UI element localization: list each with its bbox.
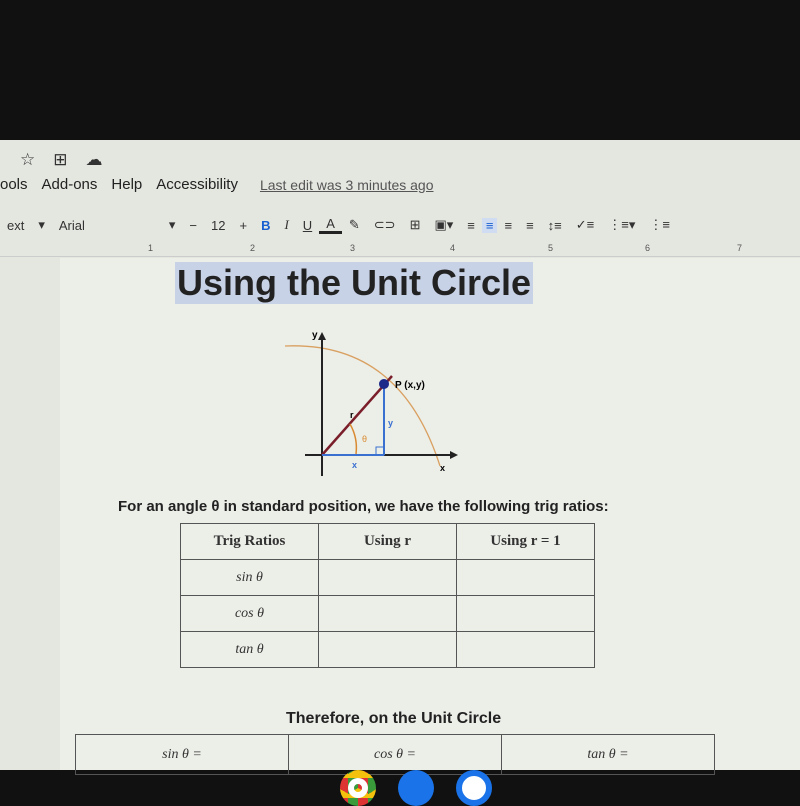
menu-add-ons[interactable]: Add-ons: [42, 176, 98, 193]
justify-icon[interactable]: ≡: [519, 218, 541, 233]
table-cell[interactable]: [456, 595, 595, 632]
move-to-folder-icon[interactable]: ⊞: [53, 150, 67, 170]
unit-circle-table: sin θ = cos θ = tan θ =: [75, 734, 715, 775]
image-icon[interactable]: ▣▾: [427, 217, 460, 233]
table-cell[interactable]: sin θ =: [75, 734, 289, 775]
menu-help[interactable]: Help: [111, 176, 142, 193]
table-header: Using r = 1: [456, 523, 595, 560]
toolbar: ext ▾ Arial ▾ − 12 + B I U A ✎ ⊂⊃ ⊞ ▣▾ ≡ ≡…: [0, 210, 800, 240]
table-header: Trig Ratios: [180, 523, 319, 560]
chevron-down-icon[interactable]: ▾: [162, 217, 183, 233]
align-right-icon[interactable]: ≡: [497, 218, 519, 233]
highlight-icon[interactable]: ✎: [342, 217, 367, 233]
font-size-input[interactable]: 12: [204, 218, 232, 233]
table-cell[interactable]: [318, 631, 457, 668]
y-side-label: y: [388, 418, 393, 428]
trig-ratios-table: Trig Ratios Using r Using r = 1 sin θ cos …: [180, 523, 595, 668]
comment-icon[interactable]: ⊞: [403, 217, 428, 233]
style-dropdown[interactable]: ext: [0, 218, 31, 233]
table-header: Using r: [318, 523, 457, 560]
ruler-mark: 4: [450, 243, 456, 253]
table-cell[interactable]: cos θ =: [288, 734, 502, 775]
menu-accessibility[interactable]: Accessibility: [156, 176, 238, 193]
align-left-icon[interactable]: ≡: [460, 218, 482, 233]
italic-button[interactable]: I: [277, 217, 295, 233]
menu-tools[interactable]: ools: [0, 176, 28, 193]
align-center-icon[interactable]: ≡: [481, 217, 498, 233]
link-icon[interactable]: ⊂⊃: [367, 217, 403, 233]
table-row: sin θ: [180, 559, 595, 596]
menu-bar: ools Add-ons Help Accessibility Last edi…: [0, 176, 434, 193]
ruler-mark: 1: [148, 243, 154, 253]
ruler-mark: 3: [350, 243, 356, 253]
table-cell: cos θ: [180, 595, 319, 632]
chevron-down-icon[interactable]: ▾: [31, 217, 52, 233]
chrome-icon[interactable]: [340, 770, 376, 806]
table-row: cos θ: [180, 595, 595, 632]
text-color-button[interactable]: A: [319, 216, 342, 234]
screen: ☆ ⊞ ☁ ools Add-ons Help Accessibility La…: [0, 140, 800, 775]
font-dropdown[interactable]: Arial: [52, 218, 162, 233]
ruler[interactable]: 1 2 3 4 5 6 7: [0, 243, 800, 257]
table-cell[interactable]: [318, 559, 457, 596]
taskbar: [340, 770, 492, 806]
star-icon[interactable]: ☆: [20, 150, 35, 170]
caption: For an angle θ in standard position, we …: [118, 498, 609, 515]
decrease-size-button[interactable]: −: [182, 218, 204, 233]
table-row: tan θ: [180, 631, 595, 668]
ruler-mark: 7: [737, 243, 743, 253]
unit-circle-figure: y x P (x,y) r y x θ: [284, 330, 458, 476]
theta-label: θ: [362, 434, 367, 444]
table-cell[interactable]: [456, 631, 595, 668]
numbered-list-icon[interactable]: ⋮≡: [642, 217, 677, 233]
files-icon[interactable]: [398, 770, 434, 806]
bulleted-list-icon[interactable]: ⋮≡▾: [601, 217, 642, 233]
table-cell: sin θ: [180, 559, 319, 596]
checklist-icon[interactable]: ✓≡: [569, 217, 601, 233]
docs-icon[interactable]: [456, 770, 492, 806]
r-label: r: [350, 410, 354, 420]
table-cell[interactable]: [456, 559, 595, 596]
table-cell[interactable]: [318, 595, 457, 632]
increase-size-button[interactable]: +: [232, 218, 254, 233]
page-title: Using the Unit Circle: [175, 262, 534, 304]
table-cell[interactable]: tan θ =: [501, 734, 715, 775]
point-label: P (x,y): [395, 380, 425, 391]
last-edit-link[interactable]: Last edit was 3 minutes ago: [260, 177, 434, 193]
caption-unit-circle: Therefore, on the Unit Circle: [286, 710, 502, 727]
x-axis-label: x: [440, 463, 445, 473]
ruler-mark: 2: [250, 243, 256, 253]
ruler-mark: 6: [645, 243, 651, 253]
cloud-status-icon[interactable]: ☁: [86, 150, 103, 170]
table-cell: tan θ: [180, 631, 319, 668]
x-side-label: x: [352, 460, 357, 470]
document-page[interactable]: Using the Unit Circle y x P (x,y) r y x …: [60, 258, 800, 775]
line-spacing-icon[interactable]: ↕≡: [541, 218, 569, 233]
bold-button[interactable]: B: [254, 218, 277, 233]
underline-button[interactable]: U: [296, 218, 319, 233]
table-row: sin θ = cos θ = tan θ =: [75, 734, 715, 775]
y-axis-label: y: [312, 330, 318, 341]
ruler-mark: 5: [548, 243, 554, 253]
